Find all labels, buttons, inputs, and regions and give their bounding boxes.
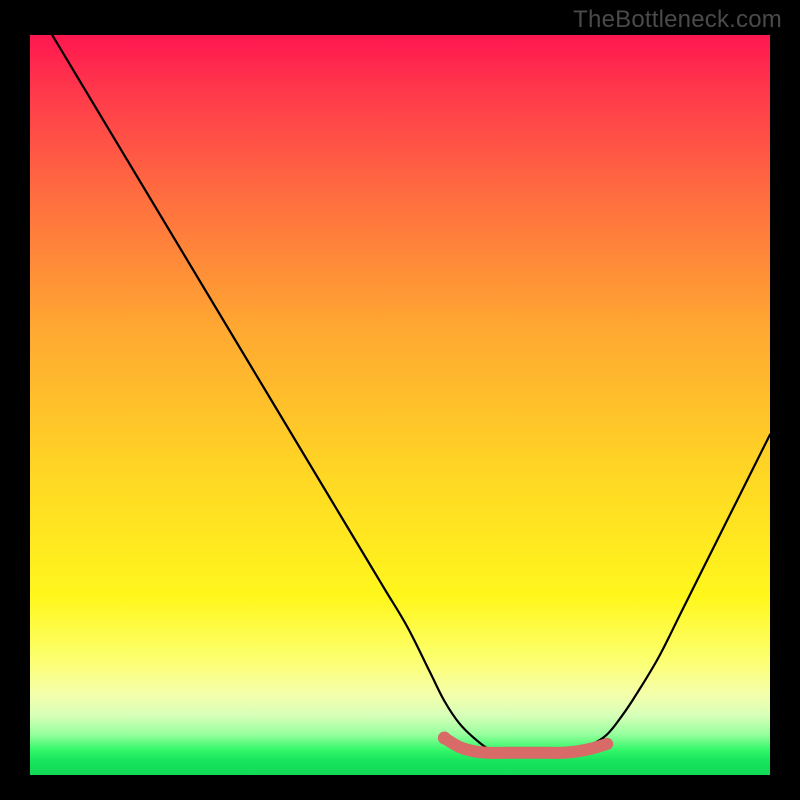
attribution-label: TheBottleneck.com [573, 6, 782, 34]
optimal-range-highlight [444, 738, 607, 753]
bottleneck-curve [52, 35, 770, 753]
plot-area [30, 35, 770, 775]
chart-frame: TheBottleneck.com [0, 0, 800, 800]
curve-layer [30, 35, 770, 775]
optimal-start-dot [438, 732, 451, 745]
